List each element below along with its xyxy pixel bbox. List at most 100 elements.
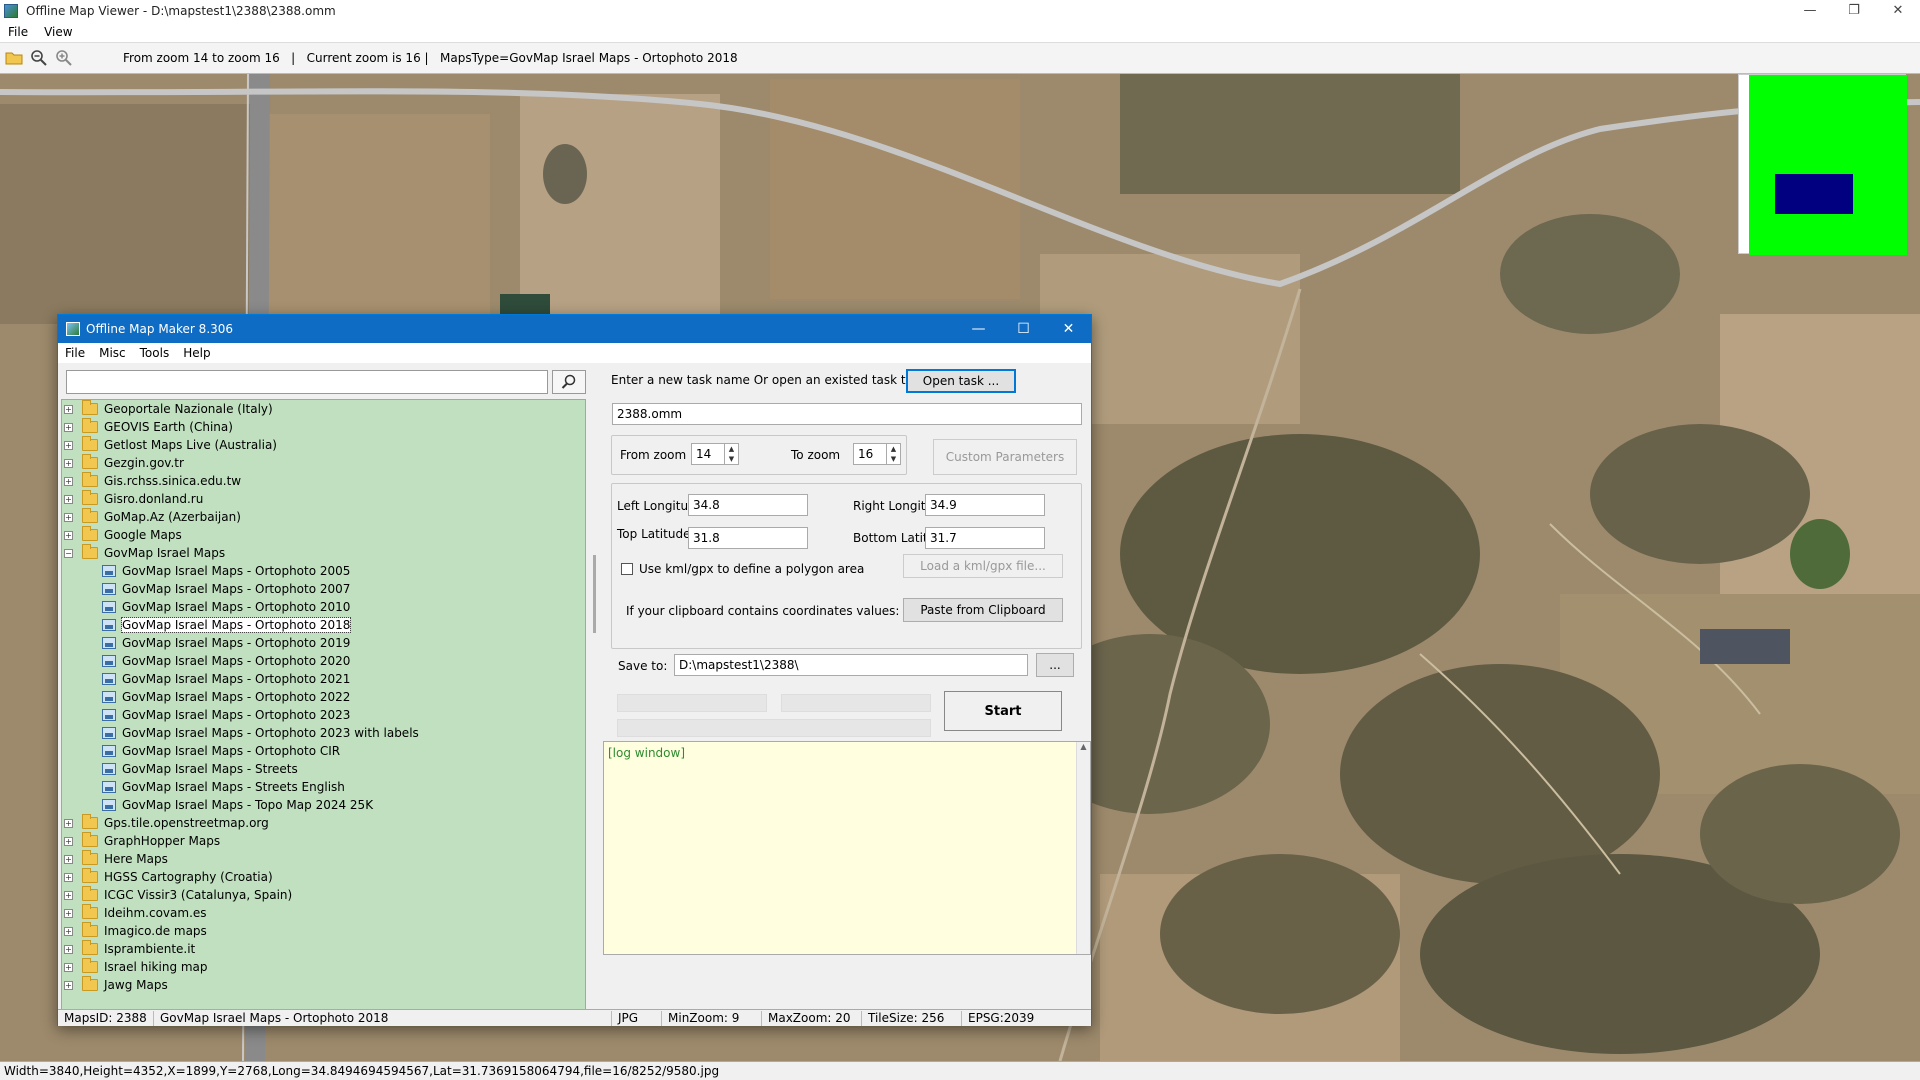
tree-map-item[interactable]: GovMap Israel Maps - Ortophoto 2018 <box>62 616 585 634</box>
omm-menu-file[interactable]: File <box>58 346 92 360</box>
status-map-name: GovMap Israel Maps - Ortophoto 2018 <box>154 1010 612 1026</box>
omm-close-button[interactable]: ✕ <box>1046 315 1091 343</box>
tree-map-item[interactable]: GovMap Israel Maps - Streets English <box>62 778 585 796</box>
tree-folder[interactable]: + Gezgin.gov.tr <box>62 454 585 472</box>
folder-icon <box>82 904 98 919</box>
bottom-latitude-input[interactable]: 31.7 <box>925 527 1045 549</box>
omm-menu-help[interactable]: Help <box>176 346 217 360</box>
map-layer-icon <box>102 601 116 613</box>
save-path-input[interactable]: D:\mapstest1\2388\ <box>674 654 1028 676</box>
omm-menubar: File Misc Tools Help <box>58 343 1091 363</box>
tree-folder[interactable]: + GEOVIS Earth (China) <box>62 418 585 436</box>
expand-icon[interactable]: + <box>64 404 73 414</box>
kml-checkbox[interactable] <box>621 563 633 575</box>
tree-folder[interactable]: + Google Maps <box>62 526 585 544</box>
close-button[interactable]: ✕ <box>1876 0 1920 22</box>
search-input[interactable] <box>66 370 548 394</box>
to-zoom-stepper[interactable]: 16 ▲ ▼ <box>853 443 901 465</box>
expand-icon[interactable]: + <box>64 908 73 918</box>
collapse-icon[interactable]: − <box>64 548 73 558</box>
expand-icon[interactable]: + <box>64 854 73 864</box>
tree-folder[interactable]: + Here Maps <box>62 850 585 868</box>
expand-icon[interactable]: + <box>64 890 73 900</box>
left-longitude-input[interactable]: 34.8 <box>688 494 808 516</box>
tree-folder[interactable]: + Gisro.donland.ru <box>62 490 585 508</box>
tree-folder[interactable]: + Getlost Maps Live (Australia) <box>62 436 585 454</box>
expand-icon[interactable]: + <box>64 836 73 846</box>
search-button[interactable] <box>552 370 586 394</box>
tree-folder[interactable]: + Isprambiente.it <box>62 940 585 958</box>
tree-folder[interactable]: − GovMap Israel Maps <box>62 544 585 562</box>
viewer-menubar: File View <box>0 22 1920 42</box>
menu-file[interactable]: File <box>0 25 36 39</box>
tree-folder[interactable]: + GoMap.Az (Azerbaijan) <box>62 508 585 526</box>
map-source-tree[interactable]: + Geoportale Nazionale (Italy) + GEOVIS Ear… <box>61 399 586 1011</box>
start-button[interactable]: Start <box>944 691 1062 731</box>
overview-minimap[interactable] <box>1738 74 1907 255</box>
tree-folder[interactable]: + GraphHopper Maps <box>62 832 585 850</box>
tree-map-item[interactable]: GovMap Israel Maps - Ortophoto 2005 <box>62 562 585 580</box>
tree-map-item[interactable]: GovMap Israel Maps - Topo Map 2024 25K <box>62 796 585 814</box>
tree-map-item[interactable]: GovMap Israel Maps - Ortophoto 2010 <box>62 598 585 616</box>
task-name-input[interactable]: 2388.omm <box>612 403 1082 425</box>
load-kml-button[interactable]: Load a kml/gpx file... <box>903 554 1063 578</box>
custom-parameters-button[interactable]: Custom Parameters <box>933 439 1077 475</box>
minimize-button[interactable]: — <box>1788 0 1832 22</box>
tree-map-item[interactable]: GovMap Israel Maps - Streets <box>62 760 585 778</box>
tree-folder[interactable]: + Gps.tile.openstreetmap.org <box>62 814 585 832</box>
tree-map-item[interactable]: GovMap Israel Maps - Ortophoto 2023 <box>62 706 585 724</box>
expand-icon[interactable]: + <box>64 440 73 450</box>
paste-clipboard-button[interactable]: Paste from Clipboard <box>903 598 1063 622</box>
tree-map-item[interactable]: GovMap Israel Maps - Ortophoto 2023 with… <box>62 724 585 742</box>
log-scrollbar[interactable]: ▲ <box>1076 742 1090 954</box>
expand-icon[interactable]: + <box>64 944 73 954</box>
tree-map-item[interactable]: GovMap Israel Maps - Ortophoto 2020 <box>62 652 585 670</box>
minimap-viewport[interactable] <box>1775 174 1853 214</box>
expand-icon[interactable]: + <box>64 494 73 504</box>
tree-folder[interactable]: + Imagico.de maps <box>62 922 585 940</box>
expand-icon[interactable]: + <box>64 476 73 486</box>
tree-folder[interactable]: + HGSS Cartography (Croatia) <box>62 868 585 886</box>
tree-folder[interactable]: + Israel hiking map <box>62 958 585 976</box>
tree-folder[interactable]: + Jawg Maps <box>62 976 585 994</box>
to-zoom-spin-icon[interactable]: ▲ ▼ <box>886 444 900 464</box>
tree-folder[interactable]: + Gis.rchss.sinica.edu.tw <box>62 472 585 490</box>
tree-folder[interactable]: + Ideihm.covam.es <box>62 904 585 922</box>
expand-icon[interactable]: + <box>64 422 73 432</box>
tree-folder[interactable]: + ICGC Vissir3 (Catalunya, Spain) <box>62 886 585 904</box>
tree-scrollbar-thumb[interactable] <box>593 555 596 633</box>
expand-icon[interactable]: + <box>64 926 73 936</box>
menu-view[interactable]: View <box>36 25 80 39</box>
tree-map-item[interactable]: GovMap Israel Maps - Ortophoto 2007 <box>62 580 585 598</box>
expand-icon[interactable]: + <box>64 512 73 522</box>
omm-maximize-button[interactable]: ☐ <box>1001 315 1046 343</box>
from-zoom-stepper[interactable]: 14 ▲ ▼ <box>691 443 739 465</box>
tree-map-item[interactable]: GovMap Israel Maps - Ortophoto 2019 <box>62 634 585 652</box>
folder-icon <box>82 508 98 523</box>
tree-map-item[interactable]: GovMap Israel Maps - Ortophoto CIR <box>62 742 585 760</box>
expand-icon[interactable]: + <box>64 458 73 468</box>
top-latitude-input[interactable]: 31.8 <box>688 527 808 549</box>
tree-folder[interactable]: + Geoportale Nazionale (Italy) <box>62 400 585 418</box>
omm-menu-tools[interactable]: Tools <box>133 346 177 360</box>
browse-button[interactable]: ... <box>1036 653 1074 677</box>
restore-button[interactable]: ❐ <box>1832 0 1876 22</box>
right-longitude-input[interactable]: 34.9 <box>925 494 1045 516</box>
zoom-out-icon[interactable] <box>28 47 50 69</box>
expand-icon[interactable]: + <box>64 530 73 540</box>
omm-menu-misc[interactable]: Misc <box>92 346 133 360</box>
open-task-button[interactable]: Open task ... <box>906 369 1016 393</box>
log-window[interactable]: [log window] ▲ <box>603 741 1091 955</box>
omm-minimize-button[interactable]: — <box>956 315 1001 343</box>
zoom-in-icon[interactable] <box>53 47 75 69</box>
open-folder-icon[interactable] <box>3 47 25 69</box>
tree-map-item[interactable]: GovMap Israel Maps - Ortophoto 2022 <box>62 688 585 706</box>
expand-icon[interactable]: + <box>64 962 73 972</box>
expand-icon[interactable]: + <box>64 980 73 990</box>
from-zoom-spin-icon[interactable]: ▲ ▼ <box>724 444 738 464</box>
search-row <box>66 370 586 394</box>
expand-icon[interactable]: + <box>64 818 73 828</box>
tree-map-item[interactable]: GovMap Israel Maps - Ortophoto 2021 <box>62 670 585 688</box>
panel-splitter[interactable] <box>593 363 599 1011</box>
expand-icon[interactable]: + <box>64 872 73 882</box>
